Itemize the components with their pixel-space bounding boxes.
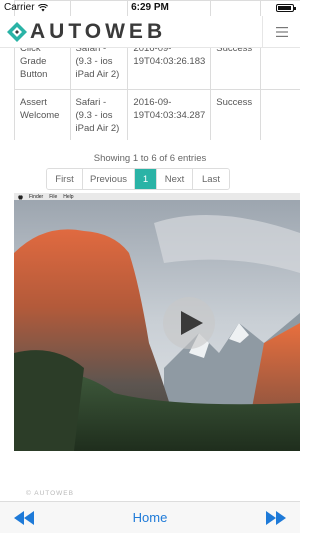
logo-icon <box>7 22 27 42</box>
pagination: First Previous 1 Next Last <box>46 168 230 190</box>
mac-menu-item: File <box>49 193 58 200</box>
apple-icon <box>18 194 23 200</box>
rewind-icon[interactable] <box>14 511 34 525</box>
home-button[interactable]: Home <box>133 510 168 525</box>
fast-forward-icon[interactable] <box>266 511 286 525</box>
table-info: Showing 1 to 6 of 6 entries <box>93 153 207 164</box>
cell-status: Success <box>210 89 261 140</box>
mac-menu-item: Finder <box>29 193 44 200</box>
app-header: AUTOWEB <box>0 16 300 48</box>
video-player[interactable]: Finder File Help <box>14 193 300 451</box>
status-bar: Carrier 6:29 PM <box>0 0 300 16</box>
cell-step: Assert Welcome <box>14 89 71 140</box>
pagination-page-1-button[interactable]: 1 <box>135 169 157 189</box>
pagination-last-button[interactable]: Last <box>193 169 229 189</box>
pagination-first-button[interactable]: First <box>47 169 83 189</box>
menu-button[interactable] <box>262 16 300 48</box>
battery-icon <box>276 4 296 12</box>
cell-timestamp: 2016-09-19T04:03:34.287 <box>127 89 212 140</box>
cell-extra <box>259 89 300 140</box>
pagination-next-button[interactable]: Next <box>157 169 193 189</box>
mac-menu-bar: Finder File Help <box>14 193 300 200</box>
bottom-nav-bar: Home <box>0 501 300 533</box>
hamburger-icon <box>275 27 288 37</box>
table-row: Assert Welcome Safari - (9.3 - ios iPad … <box>14 89 300 140</box>
clock: 6:29 PM <box>131 2 169 13</box>
logo[interactable]: AUTOWEB <box>6 20 166 44</box>
logo-text: AUTOWEB <box>30 20 167 43</box>
pagination-previous-button[interactable]: Previous <box>83 169 135 189</box>
cell-device: Safari - (9.3 - ios iPad Air 2) <box>69 89 129 140</box>
footer-copyright: © AUTOWEB <box>26 490 74 497</box>
mac-menu-item: Help <box>63 193 74 200</box>
video-thumbnail <box>14 193 300 451</box>
play-button[interactable] <box>163 297 215 349</box>
battery-level <box>278 6 292 10</box>
play-icon <box>181 311 203 335</box>
